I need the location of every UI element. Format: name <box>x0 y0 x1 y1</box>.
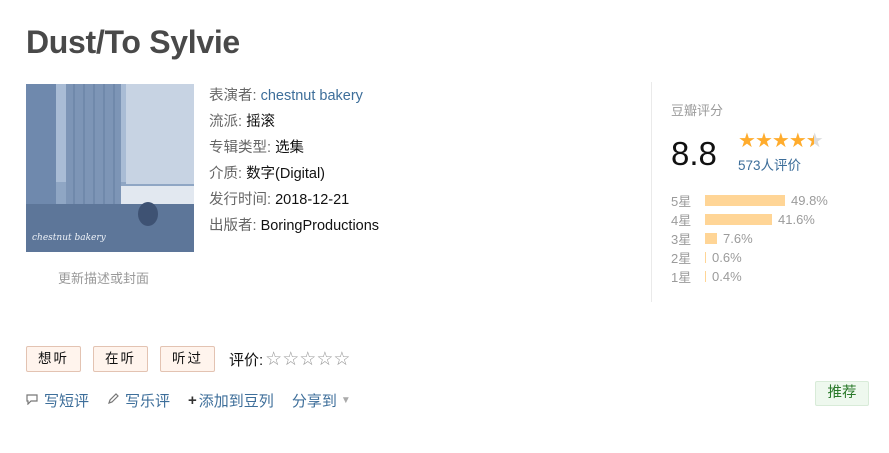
recommend-button[interactable]: 推荐 <box>815 381 869 406</box>
distribution-percent: 0.4% <box>712 269 742 284</box>
distribution-star-label: 2星 <box>671 251 692 266</box>
empty-star-icon[interactable]: ☆ <box>282 349 299 370</box>
rating-stars: ★★★★★★ <box>738 128 824 153</box>
rate-stars[interactable]: ☆☆☆☆☆ <box>265 348 350 371</box>
type-value: 选集 <box>275 140 305 156</box>
type-label: 专辑类型: <box>209 140 272 156</box>
update-cover-link[interactable]: 更新描述或封面 <box>58 268 149 287</box>
speech-bubble-icon <box>26 393 38 408</box>
album-info: 表演者: chestnut bakery 流派: 摇滚 专辑类型: 选集 介质:… <box>209 83 379 239</box>
cover-caption: chestnut bakery <box>32 233 107 243</box>
distribution-star-label: 5星 <box>671 194 692 209</box>
rating-distribution-row: 1星 0.4% <box>671 267 828 286</box>
share-dropdown[interactable]: 分享到 ▼ <box>292 390 351 411</box>
listening-button[interactable]: 在听 <box>93 346 148 372</box>
distribution-bar <box>705 214 772 225</box>
distribution-star-label: 4星 <box>671 213 692 228</box>
secondary-links: 写短评 写乐评 + 添加到豆列 分享到 ▼ <box>26 390 369 411</box>
write-review-link[interactable]: 写乐评 <box>107 390 170 411</box>
genre-value: 摇滚 <box>246 114 276 130</box>
rating-distribution-row: 5星 49.8% <box>671 191 828 210</box>
write-short-review-label: 写短评 <box>44 393 90 410</box>
distribution-bar <box>705 252 706 263</box>
add-doulist-label: 添加到豆列 <box>198 393 274 410</box>
distribution-star-label: 1星 <box>671 270 692 285</box>
album-cover[interactable]: chestnut bakery <box>26 84 194 252</box>
rating-score: 8.8 <box>671 135 717 172</box>
rating-label: 豆瓣评分 <box>671 103 724 118</box>
genre-label: 流派: <box>209 114 243 130</box>
distribution-bar <box>705 233 717 244</box>
rate-label: 评价: <box>229 351 264 369</box>
write-short-review-link[interactable]: 写短评 <box>26 390 89 411</box>
empty-star-icon[interactable]: ☆ <box>333 349 350 370</box>
star-icon: ★ <box>771 130 790 152</box>
listened-button[interactable]: 听过 <box>160 346 215 372</box>
distribution-bar <box>705 195 785 206</box>
empty-star-icon[interactable]: ☆ <box>316 349 333 370</box>
distribution-percent: 0.6% <box>712 250 742 265</box>
star-icon: ★ <box>754 130 773 152</box>
medium-value: 数字(Digital) <box>246 166 326 182</box>
rating-distribution-row: 4星 41.6% <box>671 210 828 229</box>
distribution-star-label: 3星 <box>671 232 692 247</box>
share-label: 分享到 <box>291 393 337 410</box>
performer-link[interactable]: chestnut bakery <box>261 88 363 104</box>
action-bar: 想听 在听 听过 评价: ☆☆☆☆☆ <box>26 346 350 372</box>
star-icon: ★ <box>738 130 756 152</box>
add-doulist-link[interactable]: + 添加到豆列 <box>188 390 274 411</box>
star-icon: ★ <box>788 130 807 152</box>
half-star-icon: ★★ <box>805 130 824 152</box>
date-value: 2018-12-21 <box>275 192 350 208</box>
publisher-label: 出版者: <box>209 218 257 234</box>
plus-icon: + <box>188 392 197 409</box>
page-title: Dust/To Sylvie <box>26 24 240 60</box>
want-listen-button[interactable]: 想听 <box>26 346 81 372</box>
date-label: 发行时间: <box>209 192 272 208</box>
distribution-bar <box>705 271 706 282</box>
publisher-value: BoringProductions <box>260 218 380 234</box>
rating-distribution-row: 2星 0.6% <box>671 248 828 267</box>
caret-down-icon: ▼ <box>340 395 351 406</box>
pencil-icon <box>107 393 119 408</box>
douban-rating-panel: 豆瓣评分 8.8 ★★★★★★ 573人评价 5星49.8%4星41.6%3星7… <box>651 82 841 302</box>
distribution-percent: 49.8% <box>791 193 828 208</box>
distribution-percent: 41.6% <box>778 212 815 227</box>
rating-distribution-row: 3星 7.6% <box>671 229 828 248</box>
empty-star-icon[interactable]: ☆ <box>299 349 316 370</box>
performer-label: 表演者: <box>209 88 257 104</box>
write-review-label: 写乐评 <box>125 393 171 410</box>
distribution-percent: 7.6% <box>723 231 753 246</box>
empty-star-icon[interactable]: ☆ <box>265 349 282 370</box>
medium-label: 介质: <box>209 166 243 182</box>
rating-distribution: 5星 49.8% 4星 41.6% 3星 7.6% 2星 0.6% 1星 0.4% <box>671 191 828 286</box>
rating-votes-link[interactable]: 573人评价 <box>738 154 801 174</box>
